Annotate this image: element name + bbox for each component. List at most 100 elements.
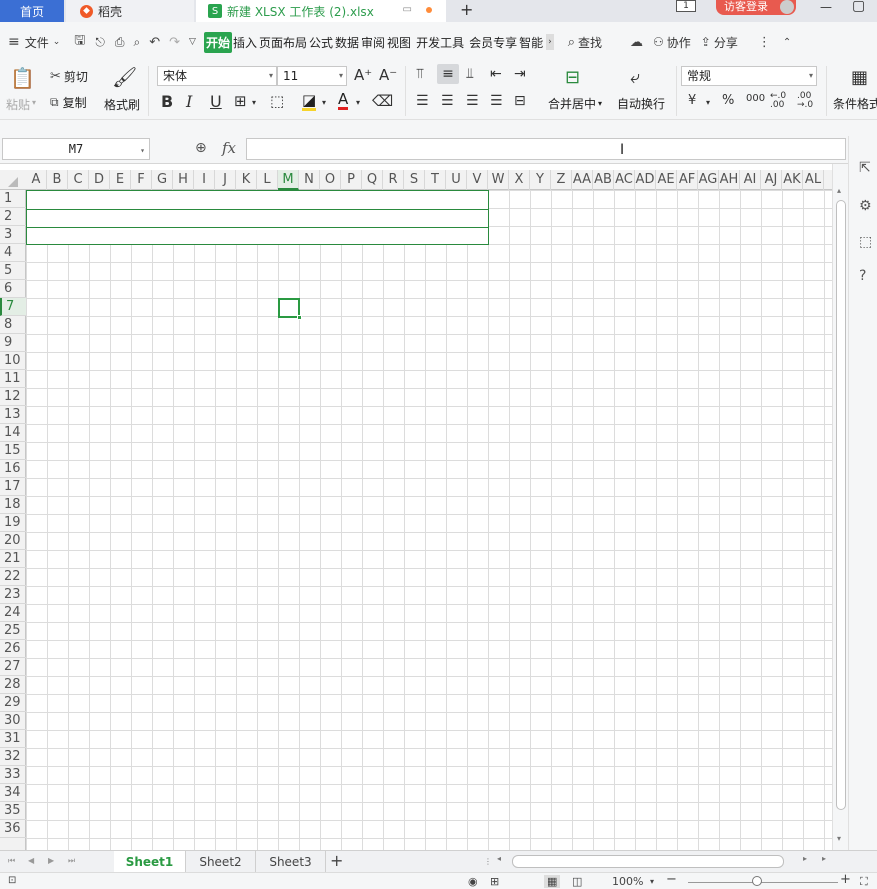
row-header[interactable]: 25 xyxy=(0,622,26,640)
column-header[interactable]: AG xyxy=(698,170,719,190)
page-view-icon[interactable]: ◫ xyxy=(572,875,582,888)
tab-member[interactable]: 会员专享 xyxy=(468,34,518,51)
merge-center-button[interactable]: 合并居中 ▾ xyxy=(548,95,602,112)
cell-style-icon[interactable]: ⬚ xyxy=(270,92,284,110)
zoom-in-button[interactable]: + xyxy=(840,872,851,887)
column-header[interactable]: AE xyxy=(656,170,677,190)
border-icon[interactable]: ⊞ xyxy=(234,92,247,110)
decrease-font-icon[interactable]: A⁻ xyxy=(379,66,397,84)
zoom-dropdown-icon[interactable]: ▾ xyxy=(650,877,654,886)
column-header[interactable]: E xyxy=(110,170,131,190)
select-arrow-icon[interactable]: ⇱ xyxy=(859,160,871,176)
tab-smart[interactable]: 智能 xyxy=(518,34,544,51)
tab-developer[interactable]: 开发工具 xyxy=(415,34,465,51)
column-header[interactable]: H xyxy=(173,170,194,190)
decrease-decimal-icon[interactable]: .00 →.0 xyxy=(797,92,813,110)
column-header[interactable]: N xyxy=(299,170,320,190)
tab-start[interactable]: 开始 xyxy=(203,31,232,53)
row-header[interactable]: 29 xyxy=(0,694,26,712)
cloud-icon[interactable]: ☁ xyxy=(630,35,643,50)
row-header[interactable]: 6 xyxy=(0,280,26,298)
row-header[interactable]: 2 xyxy=(0,208,26,226)
tab-review[interactable]: 审阅 xyxy=(360,34,386,51)
zoom-slider-track[interactable] xyxy=(688,882,838,883)
align-middle-icon[interactable]: ≡ xyxy=(437,64,459,84)
row-header[interactable]: 11 xyxy=(0,370,26,388)
file-menu[interactable]: ≡ 文件 ⌄ xyxy=(8,30,60,54)
font-color-icon[interactable]: A xyxy=(338,91,349,110)
tab-daoke[interactable]: ⬥ 稻壳 xyxy=(66,0,194,22)
increase-font-icon[interactable]: A⁺ xyxy=(354,66,372,84)
collapse-ribbon-icon[interactable]: ⌃ xyxy=(783,37,791,48)
align-bottom-icon[interactable]: ⫫ xyxy=(466,66,474,82)
column-header[interactable]: C xyxy=(68,170,89,190)
tab-split-icon[interactable]: ⋮ xyxy=(484,857,492,866)
currency-icon[interactable]: ¥ xyxy=(688,93,696,108)
percent-icon[interactable]: % xyxy=(722,93,734,108)
column-header[interactable]: X xyxy=(509,170,530,190)
last-sheet-icon[interactable]: ⏭ xyxy=(68,856,75,866)
sheet-tab-sheet2[interactable]: Sheet2 xyxy=(186,851,256,873)
more-icon[interactable]: ⋮ xyxy=(758,35,771,50)
row-header[interactable]: 17 xyxy=(0,478,26,496)
row-header[interactable]: 15 xyxy=(0,442,26,460)
column-header[interactable]: AL xyxy=(803,170,824,190)
column-header[interactable]: J xyxy=(215,170,236,190)
active-cell[interactable] xyxy=(278,298,302,320)
align-right-icon[interactable]: ☰ xyxy=(466,93,479,109)
collab-button[interactable]: ⚇ 协作 xyxy=(653,30,691,54)
column-header[interactable]: L xyxy=(257,170,278,190)
share-button[interactable]: ⇪ 分享 xyxy=(701,30,738,54)
reading-mode-icon[interactable]: ⊞ xyxy=(490,875,499,888)
name-box[interactable]: M7 ▾ xyxy=(2,138,150,160)
close-icon[interactable]: ▢ xyxy=(852,0,865,14)
align-left-icon[interactable]: ☰ xyxy=(416,93,429,109)
row-header[interactable]: 27 xyxy=(0,658,26,676)
row-header[interactable]: 12 xyxy=(0,388,26,406)
row-header[interactable]: 10 xyxy=(0,352,26,370)
shape-icon[interactable]: ⬚ xyxy=(859,234,872,250)
tab-document[interactable]: S 新建 XLSX 工作表 (2).xlsx ▭ xyxy=(196,0,446,22)
column-header[interactable]: F xyxy=(131,170,152,190)
settings-slider-icon[interactable]: ⚙ xyxy=(859,198,872,214)
column-header[interactable]: S xyxy=(404,170,425,190)
format-painter-label[interactable]: 格式刷 xyxy=(104,96,140,113)
tab-insert[interactable]: 插入 xyxy=(232,34,258,51)
column-header[interactable]: V xyxy=(467,170,488,190)
magnifier-icon[interactable]: ⊕ xyxy=(195,140,207,156)
row-header[interactable]: 35 xyxy=(0,802,26,820)
scroll-left-icon[interactable]: ◂ xyxy=(497,854,501,863)
column-header[interactable]: I xyxy=(194,170,215,190)
border-dropdown-icon[interactable]: ▾ xyxy=(252,98,256,107)
wrap-text-label[interactable]: 自动换行 xyxy=(617,95,665,112)
zoom-slider-knob[interactable] xyxy=(752,876,762,886)
fill-color-icon[interactable]: ◪ xyxy=(302,92,317,111)
column-header[interactable]: O xyxy=(320,170,341,190)
column-header[interactable]: B xyxy=(47,170,68,190)
font-color-dropdown-icon[interactable]: ▾ xyxy=(356,98,360,107)
conditional-format-label[interactable]: 条件格式 xyxy=(833,95,877,112)
bold-icon[interactable]: B xyxy=(161,92,173,111)
tab-home[interactable]: 首页 xyxy=(0,0,64,22)
undo-icon[interactable]: ↶ xyxy=(149,35,160,50)
indent-increase-icon[interactable]: ⇥ xyxy=(514,66,526,82)
column-header[interactable]: R xyxy=(383,170,404,190)
tab-formula[interactable]: 公式 xyxy=(308,34,334,51)
row-header[interactable]: 18 xyxy=(0,496,26,514)
row-header[interactable]: 28 xyxy=(0,676,26,694)
row-header[interactable]: 32 xyxy=(0,748,26,766)
next-sheet-icon[interactable]: ▶ xyxy=(48,856,54,865)
column-header[interactable]: AB xyxy=(593,170,614,190)
currency-dropdown-icon[interactable]: ▾ xyxy=(706,98,710,107)
paste-icon[interactable]: 📋 xyxy=(10,66,35,90)
scroll-end-icon[interactable]: ▸ xyxy=(822,854,826,863)
new-tab-button[interactable]: + xyxy=(460,0,473,20)
scroll-right-icon[interactable]: ▸ xyxy=(803,854,807,863)
tabs-scroll-right-icon[interactable]: › xyxy=(546,34,554,50)
print-preview-icon[interactable]: ⌕ xyxy=(133,35,140,50)
column-header[interactable]: AK xyxy=(782,170,803,190)
first-sheet-icon[interactable]: ⏮ xyxy=(8,856,15,866)
fx-icon[interactable]: fx xyxy=(222,139,236,157)
row-header[interactable]: 22 xyxy=(0,568,26,586)
column-header[interactable]: U xyxy=(446,170,467,190)
